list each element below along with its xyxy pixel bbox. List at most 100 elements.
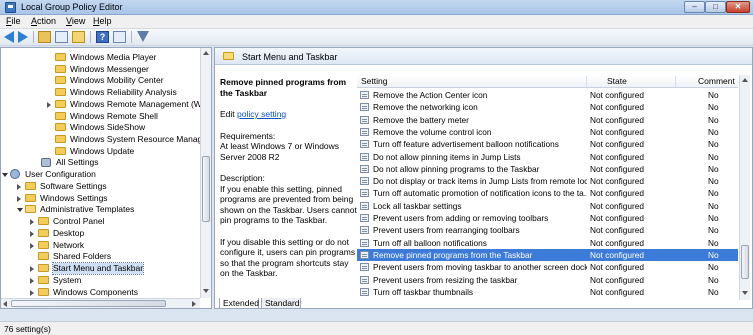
tree-item[interactable]: Start Menu and Taskbar	[1, 262, 199, 275]
column-header-comment[interactable]: Comment	[698, 76, 735, 86]
tree-item[interactable]: Windows System Resource Manager	[1, 134, 210, 145]
folder-icon	[38, 276, 49, 284]
filter-icon[interactable]	[137, 31, 149, 42]
list-vertical-scrollbar[interactable]	[739, 75, 750, 300]
tree-item-label: Shared Folders	[53, 251, 112, 261]
setting-cell: Do not display or track items in Jump Li…	[373, 176, 587, 187]
table-row[interactable]: Turn off taskbar thumbnails Not configure…	[357, 286, 738, 298]
menu-action[interactable]: Action	[31, 16, 56, 26]
collapse-arrow-icon[interactable]	[17, 208, 23, 212]
tree-item[interactable]: Windows Reliability Analysis	[1, 87, 199, 98]
scroll-up-arrow-icon[interactable]	[203, 51, 209, 55]
expand-arrow-icon[interactable]	[30, 278, 34, 284]
maximize-button[interactable]: □	[705, 1, 726, 13]
table-row[interactable]: Do not display or track items in Jump Li…	[357, 175, 738, 187]
tree-item[interactable]: Network	[1, 240, 199, 251]
state-cell: Not configured	[590, 225, 644, 236]
scroll-left-arrow-icon[interactable]	[3, 301, 7, 307]
tree-item[interactable]: Windows Mobility Center	[1, 75, 199, 86]
column-header-setting[interactable]: Setting	[361, 76, 387, 86]
table-row[interactable]: Prevent users from moving taskbar to ano…	[357, 261, 738, 273]
comment-cell: No	[708, 200, 719, 211]
show-hide-tree-icon[interactable]	[55, 31, 68, 43]
tree-item[interactable]: Administrative Templates	[1, 204, 199, 215]
table-row[interactable]: Remove pinned programs from the Taskbar N…	[357, 248, 738, 262]
tree-vertical-scrollbar[interactable]	[200, 48, 211, 298]
table-row[interactable]: Prevent users from rearranging toolbars N…	[357, 224, 738, 236]
expand-arrow-icon[interactable]	[30, 290, 34, 296]
tree-item[interactable]: Windows Remote Shell	[1, 111, 199, 122]
comment-cell: No	[708, 139, 719, 150]
table-row[interactable]: Remove the Action Center icon Not configu…	[357, 89, 738, 101]
help-icon[interactable]: ?	[96, 31, 109, 43]
requirements-text: At least Windows 7 or Windows Server 200…	[220, 141, 340, 162]
table-row[interactable]: Prevent users from resizing the taskbar N…	[357, 274, 738, 286]
column-divider[interactable]	[586, 76, 587, 87]
tree-item[interactable]: Control Panel	[1, 216, 199, 227]
table-row[interactable]: Remove the battery meter Not configured No	[357, 114, 738, 126]
tree-item[interactable]: User Configuration	[1, 169, 199, 180]
tree-item[interactable]: Software Settings	[1, 181, 199, 192]
up-folder-icon[interactable]	[38, 31, 51, 43]
tree-item[interactable]: System	[1, 275, 199, 286]
tree-item[interactable]: Windows Remote Management (WinF	[1, 99, 211, 110]
back-icon[interactable]	[4, 31, 14, 43]
tree-item[interactable]: Windows SideShow	[1, 122, 199, 133]
expand-arrow-icon[interactable]	[17, 196, 21, 202]
tree-item[interactable]: Windows Update	[1, 146, 199, 157]
forward-icon[interactable]	[18, 31, 28, 43]
table-row[interactable]: Prevent users from adding or removing to…	[357, 212, 738, 224]
close-button[interactable]: ✕	[726, 1, 750, 13]
table-row[interactable]: Lock all taskbar settings Not configured N…	[357, 200, 738, 212]
menu-view[interactable]: View	[66, 16, 85, 26]
scroll-down-arrow-icon[interactable]	[203, 289, 209, 293]
tree-horizontal-scrollbar[interactable]	[1, 298, 200, 308]
table-row[interactable]: Remove the networking icon Not configured…	[357, 101, 738, 113]
expand-arrow-icon[interactable]	[30, 219, 34, 225]
tree-item[interactable]: Windows Components	[1, 287, 199, 298]
properties-icon[interactable]	[113, 31, 126, 43]
folder-icon	[55, 135, 66, 143]
scroll-down-arrow-icon[interactable]	[742, 291, 748, 295]
table-row[interactable]: Remove the volume control icon Not config…	[357, 126, 738, 138]
tree-item[interactable]: All Settings	[1, 157, 199, 168]
tree-item[interactable]: Shared Folders	[1, 251, 199, 262]
tab-standard[interactable]: Standard	[261, 298, 301, 309]
table-row[interactable]: Do not allow pinning items in Jump Lists…	[357, 151, 738, 163]
tree-item[interactable]: Windows Settings	[1, 193, 199, 204]
expand-arrow-icon[interactable]	[30, 231, 34, 237]
table-row[interactable]: Do not allow pinning programs to the Tas…	[357, 163, 738, 175]
comment-cell: No	[708, 90, 719, 100]
edit-policy-link[interactable]: policy setting	[237, 109, 286, 119]
expand-arrow-icon[interactable]	[47, 102, 51, 108]
tree-hscroll-thumb[interactable]	[11, 300, 166, 307]
expand-arrow-icon[interactable]	[30, 266, 34, 272]
tree-item[interactable]: Windows Media Player	[1, 52, 199, 63]
column-header-state[interactable]: State	[607, 76, 627, 86]
tree-item[interactable]: Desktop	[1, 228, 199, 239]
folder-icon	[38, 252, 49, 260]
policy-setting-icon	[360, 115, 369, 124]
column-divider[interactable]	[675, 76, 676, 87]
table-row[interactable]: Turn off automatic promotion of notifica…	[357, 187, 738, 199]
menu-help[interactable]: Help	[93, 16, 112, 26]
state-cell: Not configured	[590, 249, 644, 260]
tree-vscroll-thumb[interactable]	[202, 156, 210, 222]
table-row[interactable]: Turn off all balloon notifications Not co…	[357, 237, 738, 249]
expand-arrow-icon[interactable]	[17, 184, 21, 190]
tree-item-label: Start Menu and Taskbar	[51, 262, 145, 275]
folder-icon	[223, 52, 234, 60]
tree-item[interactable]: Windows Messenger	[1, 64, 199, 75]
tree-item-label: Control Panel	[53, 216, 105, 226]
expand-arrow-icon[interactable]	[30, 243, 34, 249]
collapse-arrow-icon[interactable]	[2, 173, 8, 177]
minimize-button[interactable]: –	[684, 1, 705, 13]
menu-file[interactable]: File	[6, 16, 21, 26]
requirements-block: Requirements: At least Windows 7 or Wind…	[220, 131, 358, 163]
scroll-up-arrow-icon[interactable]	[742, 78, 748, 82]
table-row[interactable]: Turn off feature advertisement balloon n…	[357, 138, 738, 150]
list-vscroll-thumb[interactable]	[741, 245, 749, 279]
tab-extended[interactable]: Extended	[219, 298, 259, 309]
export-list-icon[interactable]	[72, 31, 85, 43]
scroll-right-arrow-icon[interactable]	[192, 301, 196, 307]
